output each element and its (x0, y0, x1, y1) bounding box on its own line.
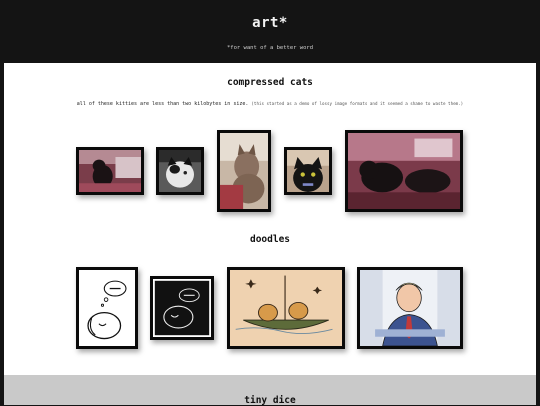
section-title-doodles: doodles (249, 234, 291, 245)
site-subtitle: *for want of a better word (226, 45, 314, 51)
cat-photo-4[interactable] (284, 147, 332, 195)
section-title-compressed-cats: compressed cats (227, 77, 313, 88)
cat-photo-5[interactable] (345, 130, 463, 212)
cat-photo-3[interactable] (217, 130, 271, 212)
cat-photo-2[interactable] (156, 147, 204, 195)
doodle-cats-in-boat[interactable] (227, 267, 345, 349)
site-title[interactable]: art* (0, 15, 540, 31)
intro-text: all of these kitties are less than two k… (76, 101, 249, 107)
section-band-tiny-dice: tiny dice (4, 375, 536, 406)
doodle-sleeping-dog[interactable] (76, 267, 138, 349)
doodle-portrait[interactable] (357, 267, 463, 349)
section-title-tiny-dice: tiny dice (244, 395, 296, 406)
section-intro: all of these kitties are less than two k… (0, 101, 540, 107)
intro-aside: (this started as a demo of lossy image f… (251, 101, 464, 106)
doodle-sleeping-dog-inverted[interactable] (150, 276, 214, 340)
site-header: art* *for want of a better word (0, 0, 540, 63)
cat-photo-1[interactable] (76, 147, 144, 195)
